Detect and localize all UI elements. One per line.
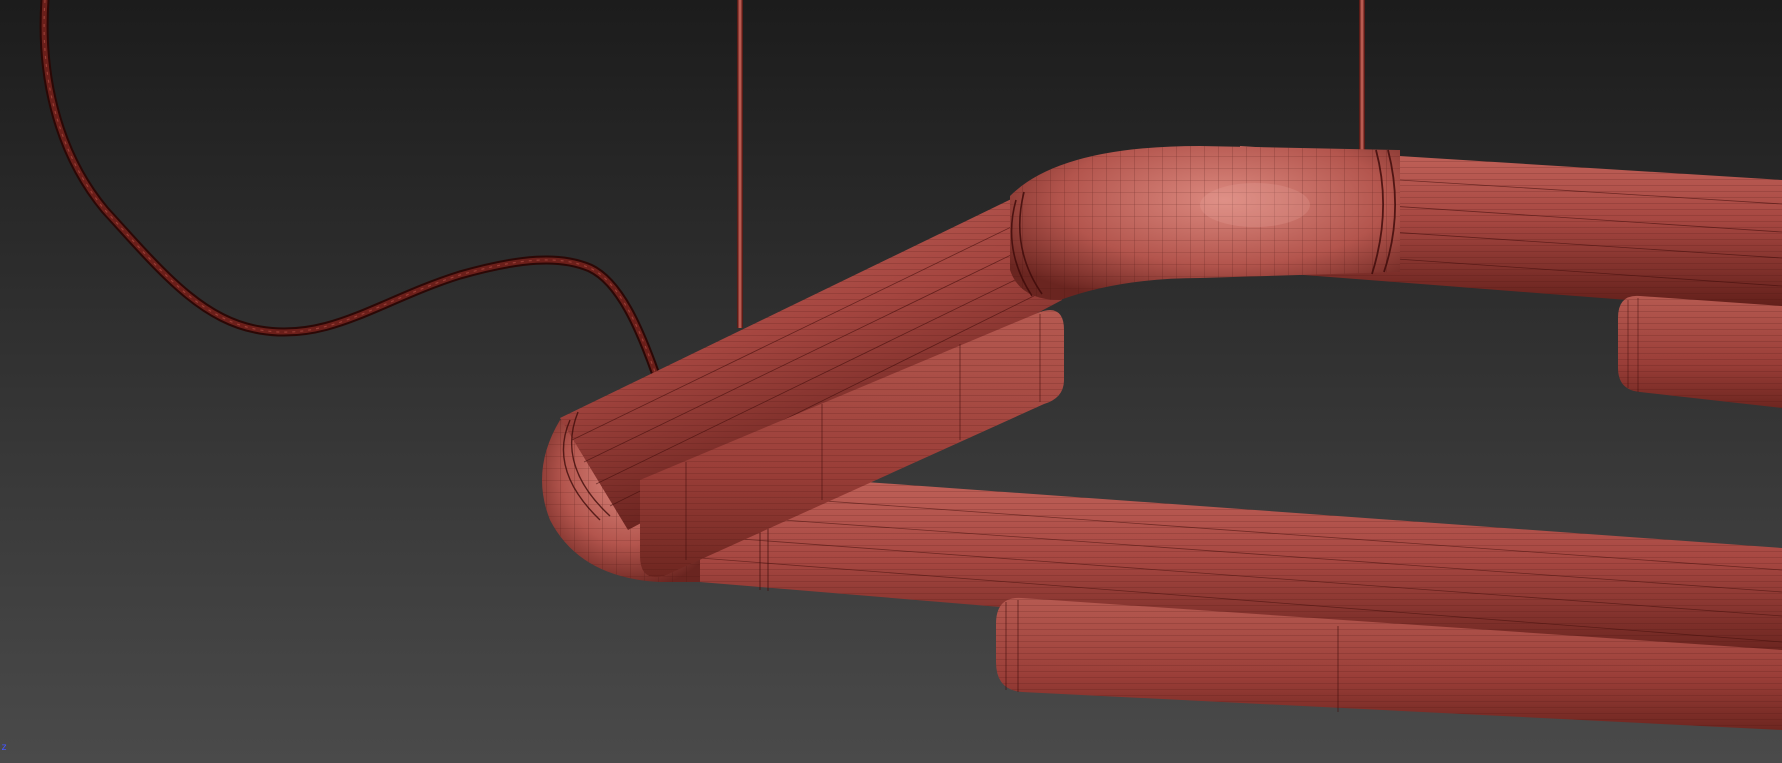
specular-highlight bbox=[1200, 183, 1310, 227]
viewport-scene[interactable] bbox=[0, 0, 1782, 763]
3d-viewport[interactable]: z bbox=[0, 0, 1782, 763]
light-bar-back[interactable] bbox=[1618, 295, 1782, 408]
suspension-rod-left[interactable] bbox=[737, 0, 743, 328]
suspension-rod-right[interactable] bbox=[1359, 0, 1365, 152]
axis-gizmo-label: z bbox=[1, 742, 8, 753]
